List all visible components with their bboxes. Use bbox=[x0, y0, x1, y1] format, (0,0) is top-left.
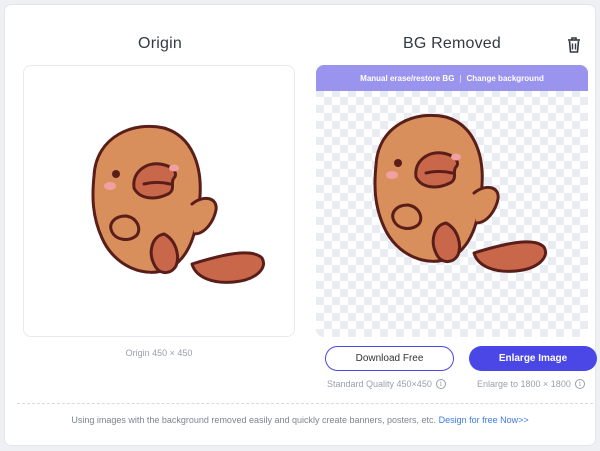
enlarge-size-note: Enlarge to 1800 × 1800 i bbox=[477, 379, 585, 389]
footer-promo: Using images with the background removed… bbox=[5, 415, 595, 425]
download-quality-text: Standard Quality 450×450 bbox=[327, 379, 432, 389]
dashed-divider bbox=[17, 403, 593, 404]
enlarge-image-button[interactable]: Enlarge Image bbox=[469, 346, 597, 371]
change-background-link[interactable]: Change background bbox=[467, 74, 544, 83]
edit-toolbar: Manual erase/restore BG | Change backgro… bbox=[316, 65, 588, 91]
result-card: Origin BG Removed Manual erase/restore B… bbox=[5, 5, 597, 445]
enlarge-size-text: Enlarge to 1800 × 1800 bbox=[477, 379, 571, 389]
bg-removed-image-panel: Manual erase/restore BG | Change backgro… bbox=[316, 65, 588, 337]
platypus-image-bg-removed bbox=[373, 113, 547, 273]
info-icon[interactable]: i bbox=[574, 379, 585, 389]
trash-icon[interactable] bbox=[566, 36, 582, 54]
origin-size-caption: Origin 450 × 450 bbox=[125, 348, 193, 358]
toolbar-separator: | bbox=[459, 73, 462, 83]
origin-image-panel bbox=[23, 65, 295, 337]
download-free-button[interactable]: Download Free bbox=[325, 346, 454, 371]
design-for-free-link[interactable]: Design for free Now>> bbox=[439, 415, 529, 425]
manual-erase-restore-link[interactable]: Manual erase/restore BG bbox=[360, 74, 454, 83]
origin-title: Origin bbox=[138, 35, 182, 52]
info-icon[interactable]: i bbox=[435, 379, 446, 389]
platypus-image-original bbox=[91, 124, 265, 284]
bg-removed-title: BG Removed bbox=[402, 35, 502, 52]
footer-text: Using images with the background removed… bbox=[71, 415, 437, 425]
download-quality-note: Standard Quality 450×450 i bbox=[327, 379, 446, 389]
